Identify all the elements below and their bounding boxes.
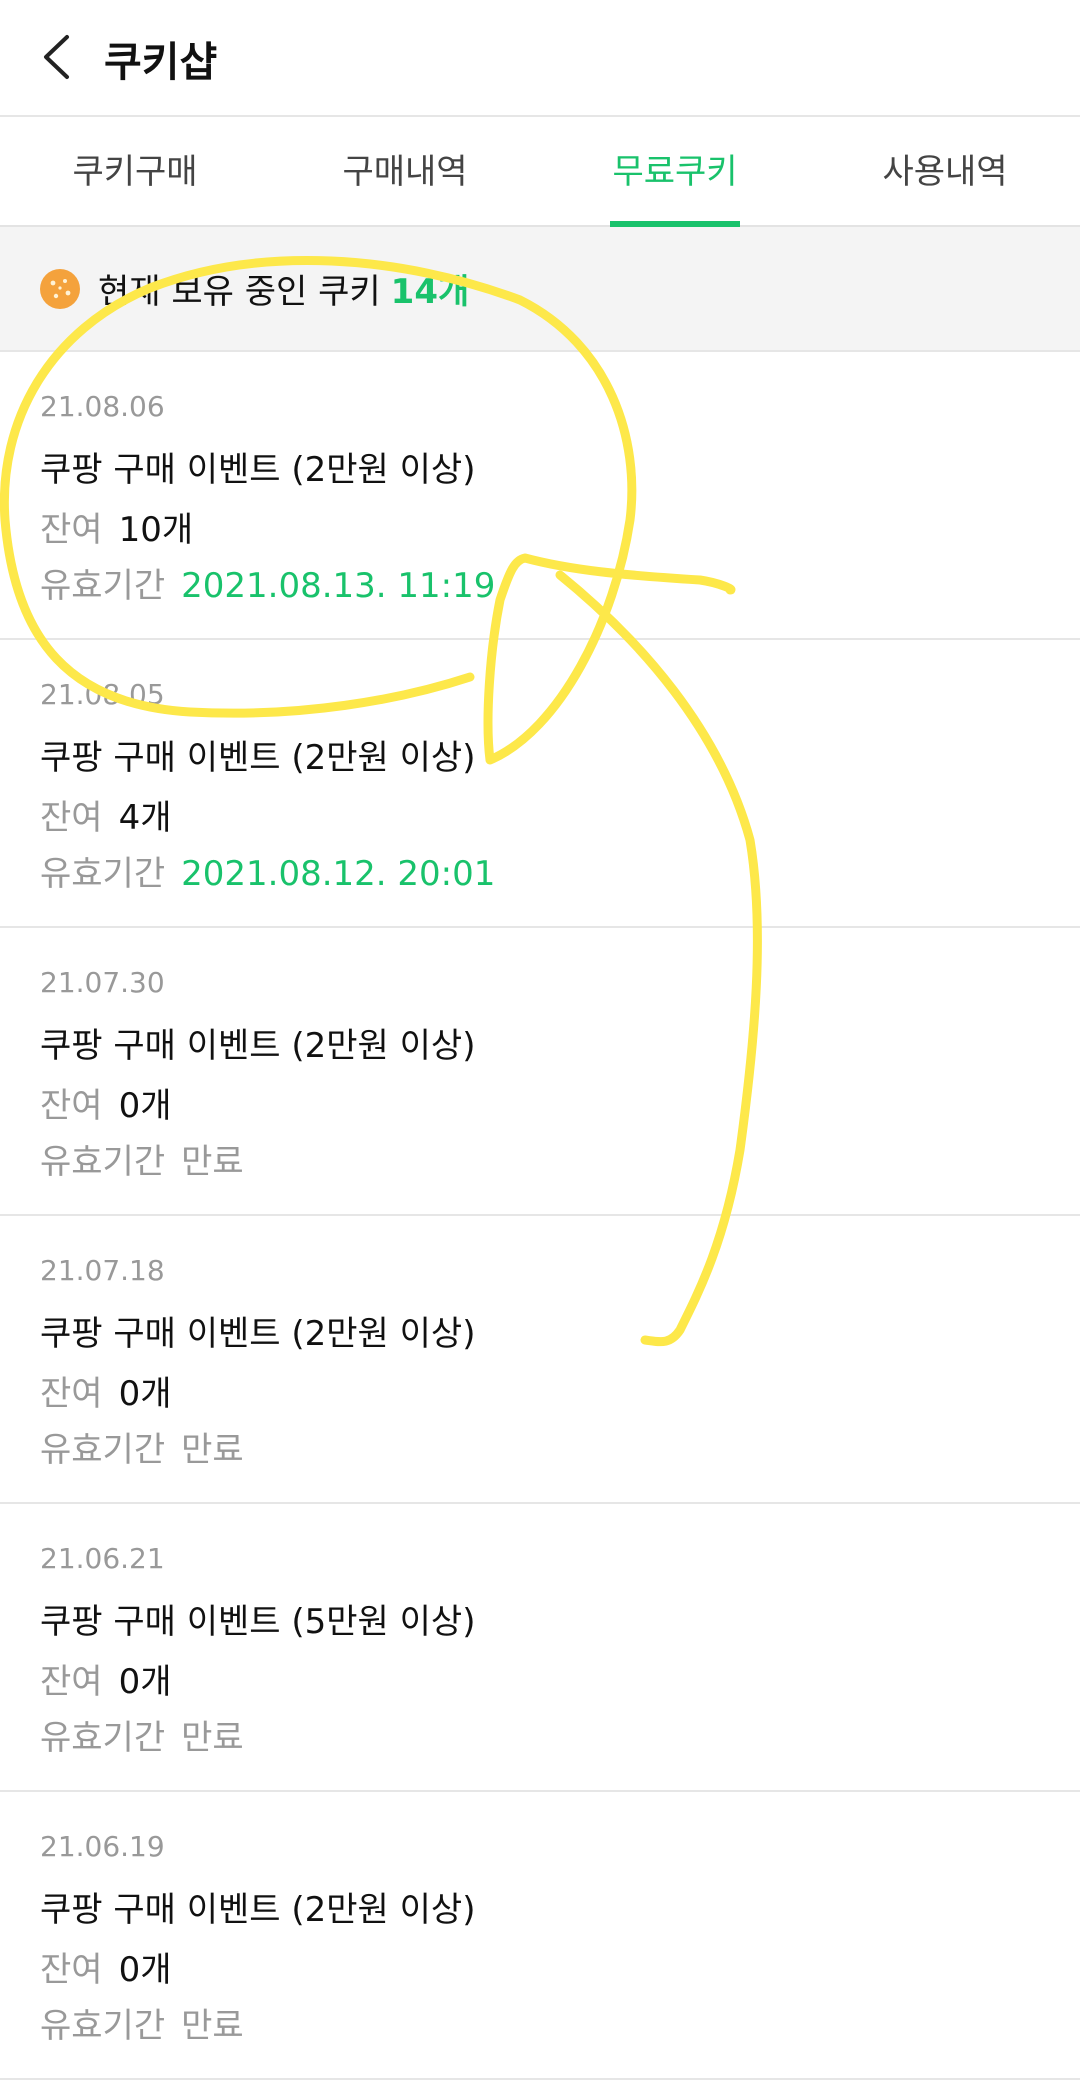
expiry-label: 유효기간 bbox=[40, 566, 166, 606]
list-item[interactable]: 21.07.18 쿠팡 구매 이벤트 (2만원 이상) 잔여 0개유효기간 만료 bbox=[0, 1216, 1080, 1504]
tab-label: 무료쿠키 bbox=[612, 152, 738, 192]
expiry-label: 유효기간 bbox=[40, 854, 166, 894]
tab-cookie-purchase[interactable]: 쿠키구매 bbox=[0, 117, 270, 225]
item-title: 쿠팡 구매 이벤트 (2만원 이상) bbox=[40, 1890, 476, 1930]
tab-bar: 쿠키구매 구매내역 무료쿠키 사용내역 bbox=[0, 117, 1080, 227]
item-expiry: 유효기간 2021.08.13. 11:19 bbox=[40, 558, 495, 607]
expiry-label: 유효기간 bbox=[40, 2006, 166, 2046]
item-date: 21.08.05 bbox=[40, 678, 165, 711]
remaining-value: 0개 bbox=[118, 1374, 172, 1414]
app-header: 쿠키샵 bbox=[0, 0, 1080, 117]
remaining-value: 0개 bbox=[118, 1086, 172, 1126]
item-title: 쿠팡 구매 이벤트 (2만원 이상) bbox=[40, 1314, 476, 1354]
item-remaining: 잔여 0개 bbox=[40, 1654, 171, 1703]
chevron-left-icon bbox=[44, 35, 69, 79]
tab-label: 쿠키구매 bbox=[72, 152, 198, 192]
tab-label: 사용내역 bbox=[882, 152, 1008, 192]
cookie-balance-summary: 현재 보유 중인 쿠키 14개 bbox=[0, 227, 1080, 352]
item-date: 21.07.18 bbox=[40, 1254, 165, 1287]
tab-label: 구매내역 bbox=[342, 152, 468, 192]
remaining-label: 잔여 bbox=[40, 1662, 103, 1702]
expiry-value: 만료 bbox=[181, 1718, 244, 1758]
item-expiry: 유효기간 만료 bbox=[40, 1422, 244, 1471]
back-button[interactable] bbox=[26, 24, 86, 90]
item-expiry: 유효기간 만료 bbox=[40, 1710, 244, 1759]
free-cookie-list: 21.08.06 쿠팡 구매 이벤트 (2만원 이상) 잔여 10개유효기간 2021.… bbox=[0, 352, 1080, 2080]
list-item[interactable]: 21.07.30 쿠팡 구매 이벤트 (2만원 이상) 잔여 0개유효기간 만료 bbox=[0, 928, 1080, 1216]
item-date: 21.06.19 bbox=[40, 1830, 165, 1863]
item-expiry: 유효기간 만료 bbox=[40, 1134, 244, 1183]
expiry-value: 2021.08.13. 11:19 bbox=[181, 566, 496, 606]
cookie-count: 14개 bbox=[390, 272, 470, 312]
expiry-value: 2021.08.12. 20:01 bbox=[181, 854, 496, 894]
remaining-value: 4개 bbox=[118, 798, 172, 838]
remaining-label: 잔여 bbox=[40, 1374, 103, 1414]
list-item[interactable]: 21.08.05 쿠팡 구매 이벤트 (2만원 이상) 잔여 4개유효기간 2021.0… bbox=[0, 640, 1080, 928]
remaining-label: 잔여 bbox=[40, 1950, 103, 1990]
expiry-label: 유효기간 bbox=[40, 1718, 166, 1758]
item-date: 21.08.06 bbox=[40, 390, 165, 423]
expiry-value: 만료 bbox=[181, 1430, 244, 1470]
list-item[interactable]: 21.06.21 쿠팡 구매 이벤트 (5만원 이상) 잔여 0개유효기간 만료 bbox=[0, 1504, 1080, 1792]
remaining-value: 0개 bbox=[118, 1662, 172, 1702]
item-title: 쿠팡 구매 이벤트 (5만원 이상) bbox=[40, 1602, 476, 1642]
remaining-label: 잔여 bbox=[40, 798, 103, 838]
tab-usage-history[interactable]: 사용내역 bbox=[810, 117, 1080, 225]
expiry-label: 유효기간 bbox=[40, 1142, 166, 1182]
list-item[interactable]: 21.06.19 쿠팡 구매 이벤트 (2만원 이상) 잔여 0개유효기간 만료 bbox=[0, 1792, 1080, 2080]
item-date: 21.07.30 bbox=[40, 966, 165, 999]
item-title: 쿠팡 구매 이벤트 (2만원 이상) bbox=[40, 738, 476, 778]
item-remaining: 잔여 4개 bbox=[40, 790, 171, 839]
remaining-value: 10개 bbox=[118, 510, 194, 550]
expiry-value: 만료 bbox=[181, 1142, 244, 1182]
item-expiry: 유효기간 2021.08.12. 20:01 bbox=[40, 846, 495, 895]
expiry-value: 만료 bbox=[181, 2006, 244, 2046]
item-title: 쿠팡 구매 이벤트 (2만원 이상) bbox=[40, 450, 476, 490]
page-title: 쿠키샵 bbox=[104, 38, 218, 86]
item-expiry: 유효기간 만료 bbox=[40, 1998, 244, 2047]
item-title: 쿠팡 구매 이벤트 (2만원 이상) bbox=[40, 1026, 476, 1066]
item-remaining: 잔여 0개 bbox=[40, 1942, 171, 1991]
expiry-label: 유효기간 bbox=[40, 1430, 166, 1470]
item-date: 21.06.21 bbox=[40, 1542, 165, 1575]
summary-label: 현재 보유 중인 쿠키 bbox=[98, 272, 381, 312]
list-item[interactable]: 21.08.06 쿠팡 구매 이벤트 (2만원 이상) 잔여 10개유효기간 2021.… bbox=[0, 352, 1080, 640]
remaining-value: 0개 bbox=[118, 1950, 172, 1990]
item-remaining: 잔여 10개 bbox=[40, 502, 193, 551]
tab-purchase-history[interactable]: 구매내역 bbox=[270, 117, 540, 225]
tab-free-cookies[interactable]: 무료쿠키 bbox=[540, 117, 810, 227]
item-remaining: 잔여 0개 bbox=[40, 1366, 171, 1415]
cookie-icon bbox=[40, 268, 80, 309]
item-remaining: 잔여 0개 bbox=[40, 1078, 171, 1127]
remaining-label: 잔여 bbox=[40, 1086, 103, 1126]
remaining-label: 잔여 bbox=[40, 510, 103, 550]
